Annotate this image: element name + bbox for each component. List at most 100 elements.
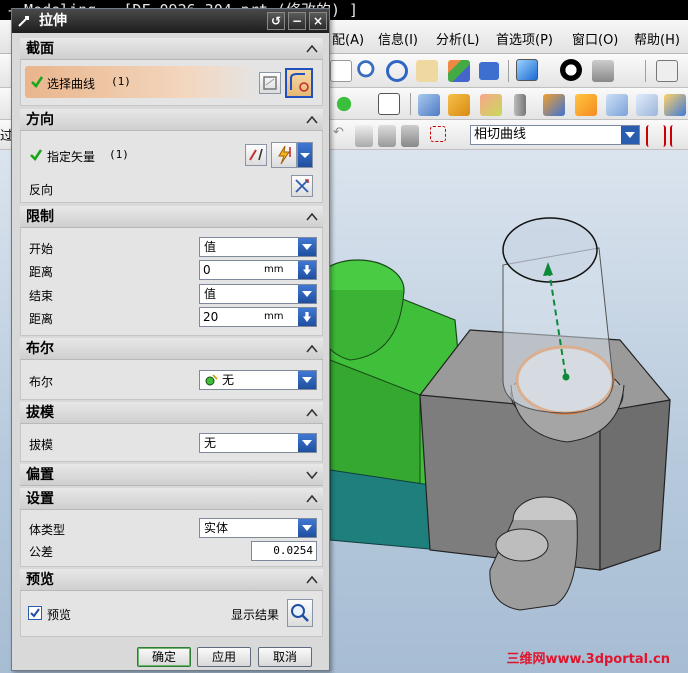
pad-icon[interactable] (664, 94, 686, 116)
draft-select[interactable]: 无 (199, 433, 317, 453)
pocket-icon[interactable] (636, 94, 658, 116)
front-boss-face[interactable] (495, 528, 549, 562)
draft-value: 无 (204, 436, 217, 450)
view-cube-icon[interactable] (479, 62, 499, 80)
select-curve-count: (1) (111, 75, 131, 88)
end-distance-unit: mm (264, 311, 284, 322)
tolerance-input[interactable]: 0.0254 (251, 541, 317, 561)
fit-icon[interactable] (330, 60, 352, 82)
curve-selection-button[interactable] (285, 68, 313, 98)
reset-button[interactable]: ↺ (267, 12, 285, 30)
start-distance-label: 距离 (29, 265, 54, 279)
tolerance-label: 公差 (29, 545, 54, 559)
chevron-up-icon (306, 44, 318, 53)
curve-rule-select[interactable]: 相切曲线 (470, 125, 640, 145)
menu-item-analysis[interactable]: 分析(L) (436, 29, 479, 48)
lightning-vector-icon (278, 145, 291, 165)
menu-item-window[interactable]: 窗口(O) (572, 29, 618, 48)
cancel-button[interactable]: 取消 (258, 647, 312, 667)
section-header-label: 偏置 (26, 467, 54, 483)
boolean-value: 无 (222, 373, 235, 387)
zoom-icon[interactable] (357, 60, 379, 82)
intersection-icon[interactable] (646, 125, 666, 147)
arrow-down-icon[interactable] (298, 308, 316, 326)
section-header-limits[interactable]: 限制 (20, 206, 323, 228)
section-header-section[interactable]: 截面 (20, 38, 323, 60)
shaded-view-icon[interactable] (516, 59, 538, 81)
select-curve-row[interactable]: 选择曲线 (1) (25, 66, 258, 98)
apply-button[interactable]: 应用 (197, 647, 251, 667)
select-edge-icon[interactable] (401, 125, 419, 147)
extrude-icon[interactable] (480, 94, 502, 116)
menu-item-information[interactable]: 信息(I) (378, 29, 418, 48)
dialog-title: 拉伸 (39, 13, 67, 29)
direction-body: 指定矢量 (1) 反向 (20, 131, 323, 203)
cylinder-icon[interactable] (514, 94, 526, 116)
vector-constructor-button[interactable] (245, 144, 267, 166)
point-icon[interactable] (333, 93, 355, 115)
tolerance-value: 0.0254 (273, 544, 313, 557)
menu-item-assembly[interactable]: 配(A) (332, 29, 364, 48)
end-distance-value: 20 (203, 310, 219, 324)
show-result-button[interactable] (287, 599, 313, 627)
close-button[interactable]: × (309, 12, 327, 30)
section-header-draft[interactable]: 拔模 (20, 402, 323, 424)
limits-body: 开始 值 距离 0 mm 结束 值 距离 20 mm (20, 228, 323, 336)
specify-vector-label: 指定矢量 (47, 150, 96, 164)
section-header-offset[interactable]: 偏置 (20, 464, 323, 486)
axes-icon[interactable] (448, 60, 470, 82)
pan-icon[interactable] (416, 60, 438, 82)
section-header-preview[interactable]: 预览 (20, 569, 323, 591)
dialog-titlebar[interactable]: 拉伸 ↺ − × (12, 9, 329, 33)
vector-options-dropdown[interactable] (297, 142, 313, 168)
checkmark-icon (30, 608, 40, 618)
section-header-label: 拔模 (26, 405, 54, 421)
arrow-down-icon[interactable] (298, 261, 316, 279)
section-header-settings[interactable]: 设置 (20, 488, 323, 510)
minimize-button[interactable]: − (288, 12, 306, 30)
menu-item-preferences[interactable]: 首选项(P) (496, 29, 553, 48)
start-limit-value: 值 (204, 240, 217, 254)
boolean-none-icon (205, 374, 218, 386)
preview-checkbox[interactable] (28, 606, 42, 620)
reverse-direction-button[interactable] (291, 175, 313, 197)
render-style-icon[interactable] (560, 59, 582, 81)
chevron-down-icon (298, 519, 316, 537)
chevron-down-icon (298, 285, 316, 303)
select-body-icon[interactable] (355, 125, 373, 147)
layer-icon[interactable] (656, 60, 678, 82)
gray-block-side[interactable] (599, 399, 671, 571)
check-icon (30, 149, 43, 162)
undo-icon[interactable]: ↶ (333, 125, 347, 147)
menu-item-help[interactable]: 帮助(H) (634, 29, 680, 48)
draft-label: 拔模 (29, 438, 54, 452)
end-distance-input[interactable]: 20 mm (199, 307, 317, 327)
ok-button[interactable]: 确定 (137, 647, 191, 667)
end-limit-select[interactable]: 值 (199, 284, 317, 304)
rotate-icon[interactable] (386, 60, 408, 82)
boolean-select[interactable]: 无 (199, 370, 317, 390)
section-header-boolean[interactable]: 布尔 (20, 338, 323, 360)
block-icon[interactable] (448, 94, 470, 116)
stop-at-intersection-icon[interactable] (670, 125, 688, 147)
sketch-section-button[interactable] (259, 72, 281, 94)
select-face-icon[interactable] (378, 125, 396, 147)
start-limit-select[interactable]: 值 (199, 237, 317, 257)
start-distance-input[interactable]: 0 mm (199, 260, 317, 280)
rectangle-select-icon[interactable] (430, 126, 446, 142)
boolean-icon[interactable] (543, 94, 565, 116)
preview-checkbox-label: 预览 (47, 608, 72, 622)
hole-icon[interactable] (575, 94, 597, 116)
inferred-vector-button[interactable] (271, 142, 297, 168)
section-header-direction[interactable]: 方向 (20, 109, 323, 131)
preview-body: 预览 显示结果 (20, 591, 323, 637)
edge-display-icon[interactable] (592, 60, 614, 82)
datum-plane-icon[interactable] (418, 94, 440, 116)
body-type-select[interactable]: 实体 (199, 518, 317, 538)
boss-icon[interactable] (606, 94, 628, 116)
body-type-label: 体类型 (29, 523, 66, 537)
sketch-plane-icon[interactable] (378, 93, 400, 115)
section-header-label: 布尔 (26, 341, 54, 357)
end-label: 结束 (29, 289, 54, 303)
curve-icon (290, 73, 309, 92)
